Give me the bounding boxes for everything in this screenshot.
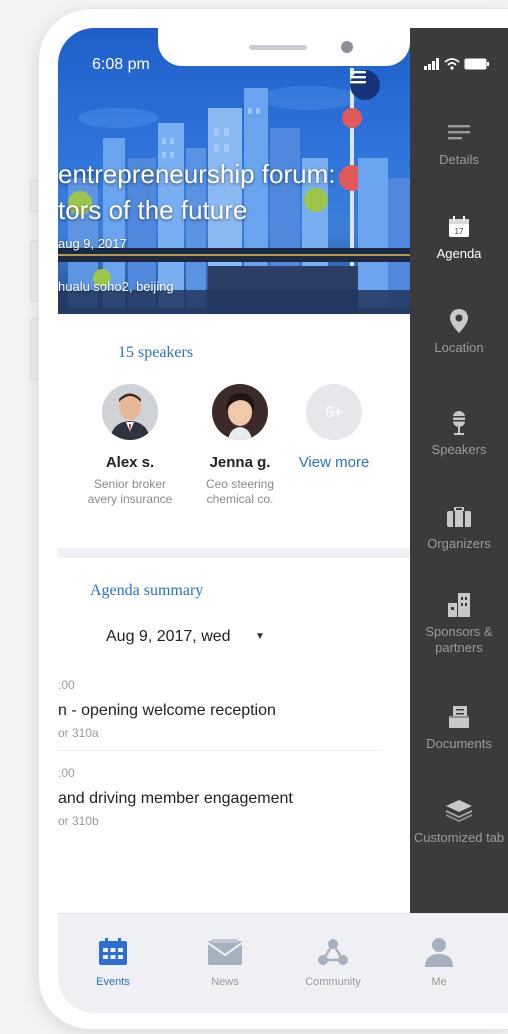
mail-icon xyxy=(208,939,242,965)
calendar-grid-icon xyxy=(99,938,127,965)
speaker-card[interactable]: Alex s. Senior broker avery insurance xyxy=(80,384,180,507)
details-icon xyxy=(448,125,470,140)
status-time: 6:08 pm xyxy=(92,56,150,73)
sidebar-item-sponsors[interactable]: Sponsors & partners xyxy=(410,592,508,656)
layers-icon xyxy=(446,800,472,822)
event-date: aug 9, 2017 xyxy=(58,236,127,251)
phone-notch xyxy=(158,28,410,66)
status-icons xyxy=(424,58,490,70)
sidebar-item-agenda[interactable]: 17 Agenda xyxy=(410,214,508,262)
agenda-item-room: or 310a xyxy=(58,726,99,740)
agenda-item-room: or 310b xyxy=(58,814,99,828)
tab-me[interactable]: Me xyxy=(394,934,484,988)
network-icon xyxy=(318,939,348,965)
speaker-photo-icon xyxy=(212,384,268,440)
sidebar-item-label: Organizers xyxy=(427,536,491,551)
sidebar-item-speakers[interactable]: Speakers xyxy=(410,410,508,458)
sidebar-item-label: Sponsors & partners xyxy=(425,624,493,655)
more-speakers-badge: 5+ xyxy=(306,384,362,440)
agenda-separator xyxy=(58,750,382,751)
bottom-tab-bar: Events News Community Me xyxy=(58,913,508,1013)
location-pin-icon xyxy=(450,309,468,333)
calendar-icon: 17 xyxy=(449,216,469,237)
agenda-item-title[interactable]: n - opening welcome reception xyxy=(58,702,276,720)
speaker-role: Ceo steering chemical co. xyxy=(205,477,275,506)
tab-label: Community xyxy=(305,976,361,988)
sidebar-item-documents[interactable]: Documents xyxy=(410,704,508,752)
tab-events[interactable]: Events xyxy=(68,934,158,988)
sidebar-item-details[interactable]: Details xyxy=(410,120,508,168)
speaker-name: Alex s. xyxy=(105,454,155,471)
event-title-line-2: tors of the future xyxy=(58,195,248,225)
notch-speaker xyxy=(249,45,307,50)
sidebar-item-label: Documents xyxy=(426,736,492,751)
sidebar-item-location[interactable]: Location xyxy=(410,308,508,356)
dropdown-caret-icon[interactable]: ▼ xyxy=(255,631,265,642)
view-more-link[interactable]: View more xyxy=(284,454,384,471)
event-title-line-1: entrepreneurship forum: xyxy=(58,159,336,189)
sidebar-item-label: Customized tab xyxy=(413,830,505,845)
battery-icon xyxy=(464,58,489,70)
agenda-date-select[interactable]: Aug 9, 2017, wed xyxy=(106,628,231,646)
signal-icon xyxy=(424,58,439,70)
hamburger-menu-button[interactable] xyxy=(350,70,380,100)
view-more-speakers[interactable]: 5+ View more xyxy=(284,384,384,471)
sidebar-item-organizers[interactable]: Organizers xyxy=(410,504,508,552)
event-location: hualu soho2, beijing xyxy=(58,279,174,294)
notch-camera xyxy=(341,41,353,53)
person-icon xyxy=(425,938,453,967)
documents-icon xyxy=(449,706,469,728)
hamburger-icon xyxy=(350,71,366,84)
speakers-count-title[interactable]: 15 speakers xyxy=(118,344,193,362)
briefcase-icon xyxy=(447,507,471,527)
calendar-day-number: 17 xyxy=(455,227,464,236)
speaker-avatar xyxy=(102,384,158,440)
sidebar-item-label: Details xyxy=(439,152,479,167)
agenda-item-title[interactable]: and driving member engagement xyxy=(58,790,293,808)
sidebar-item-label: Speakers xyxy=(431,442,487,457)
speaker-name: Jenna g. xyxy=(209,454,271,471)
tab-label: Me xyxy=(431,976,447,988)
speaker-role: Senior broker avery insurance xyxy=(87,477,173,506)
microphone-icon xyxy=(453,411,465,435)
speaker-avatar xyxy=(212,384,268,440)
sidebar-item-label: Agenda xyxy=(436,246,482,261)
wifi-icon xyxy=(444,58,460,70)
agenda-item-time: :00 xyxy=(58,766,75,780)
sidebar-item-customized-tab[interactable]: Customized tab xyxy=(410,798,508,846)
event-hero-banner: 6:08 pm entrepreneurship forum: tors of … xyxy=(58,28,410,314)
speaker-card[interactable]: Jenna g. Ceo steering chemical co. xyxy=(190,384,290,507)
agenda-summary-title[interactable]: Agenda summary xyxy=(90,582,203,600)
tab-label: News xyxy=(211,976,239,988)
section-divider xyxy=(58,548,418,558)
buildings-icon xyxy=(448,593,470,617)
speaker-photo-icon xyxy=(102,384,158,440)
agenda-item-time: :00 xyxy=(58,678,75,692)
tab-label: Events xyxy=(96,976,130,988)
tab-community[interactable]: Community xyxy=(288,934,378,988)
app-screen: 6:08 pm entrepreneurship forum: tors of … xyxy=(58,28,508,1013)
event-sidebar-menu: Details 17 Agenda Location Speakers Orga… xyxy=(410,28,508,913)
tab-news[interactable]: News xyxy=(180,934,270,988)
sidebar-item-label: Location xyxy=(434,340,484,355)
